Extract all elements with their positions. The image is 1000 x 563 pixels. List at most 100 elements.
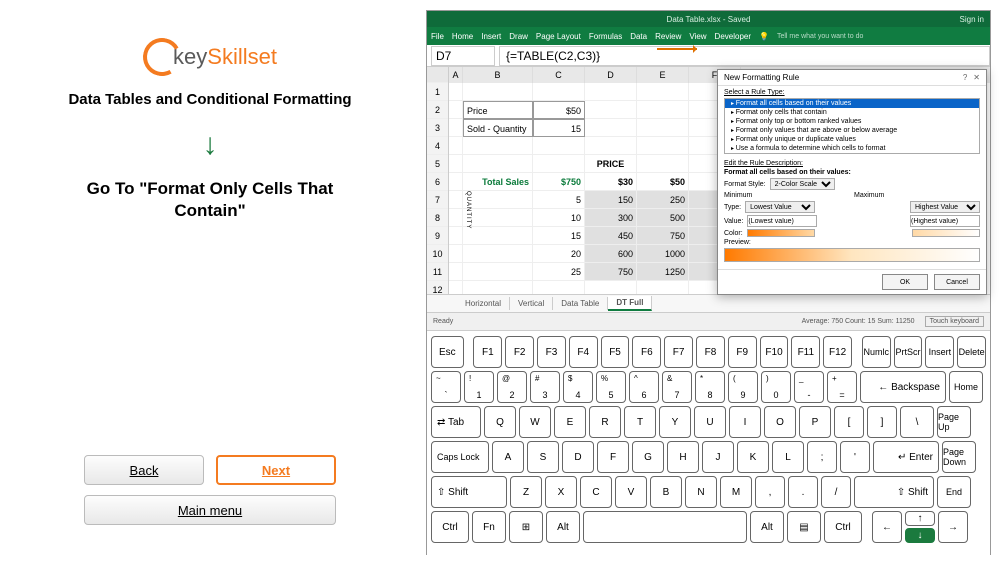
- key-lshift[interactable]: ⇧ Shift: [431, 476, 507, 508]
- rule-item-formula[interactable]: Use a formula to determine which cells t…: [725, 144, 979, 153]
- ribbon-data[interactable]: Data: [630, 32, 647, 41]
- key-f[interactable]: F: [597, 441, 629, 473]
- key-p[interactable]: P: [799, 406, 831, 438]
- key-numlock[interactable]: Numlc: [862, 336, 891, 368]
- key-j[interactable]: J: [702, 441, 734, 473]
- key-z[interactable]: Z: [510, 476, 542, 508]
- key-backslash[interactable]: \: [900, 406, 934, 438]
- back-button[interactable]: Back: [84, 455, 204, 485]
- tab-data-table[interactable]: Data Table: [553, 297, 608, 310]
- key-menu[interactable]: ▤: [787, 511, 821, 543]
- key-q[interactable]: Q: [484, 406, 516, 438]
- key-i[interactable]: I: [729, 406, 761, 438]
- key-end[interactable]: End: [937, 476, 971, 508]
- key-0[interactable]: )0: [761, 371, 791, 403]
- rule-item-above-below[interactable]: Format only values that are above or bel…: [725, 126, 979, 135]
- key-e[interactable]: E: [554, 406, 586, 438]
- ribbon-view[interactable]: View: [689, 32, 706, 41]
- key-g[interactable]: G: [632, 441, 664, 473]
- tell-me[interactable]: Tell me what you want to do: [777, 33, 863, 40]
- rule-item-cells-contain[interactable]: Format only cells that contain: [725, 108, 979, 117]
- key-down[interactable]: ↓: [905, 528, 935, 543]
- format-style-select[interactable]: 2-Color Scale: [770, 178, 835, 190]
- key-equals[interactable]: +=: [827, 371, 857, 403]
- key-w[interactable]: W: [519, 406, 551, 438]
- key-k[interactable]: K: [737, 441, 769, 473]
- key-enter[interactable]: ↵ Enter: [873, 441, 939, 473]
- key-lctrl[interactable]: Ctrl: [431, 511, 469, 543]
- dialog-cancel-button[interactable]: Cancel: [934, 274, 980, 290]
- ribbon-review[interactable]: Review: [655, 32, 681, 41]
- key-n[interactable]: N: [685, 476, 717, 508]
- min-type-select[interactable]: Lowest Value: [745, 201, 815, 213]
- key-win[interactable]: ⊞: [509, 511, 543, 543]
- key-f6[interactable]: F6: [632, 336, 661, 368]
- key-9[interactable]: (9: [728, 371, 758, 403]
- key-space[interactable]: [583, 511, 747, 543]
- key-h[interactable]: H: [667, 441, 699, 473]
- key-insert[interactable]: Insert: [925, 336, 954, 368]
- key-backtick[interactable]: ~`: [431, 371, 461, 403]
- key-t[interactable]: T: [624, 406, 656, 438]
- key-up[interactable]: ↑: [905, 511, 935, 526]
- max-value-input[interactable]: [910, 215, 980, 227]
- key-semicolon[interactable]: ;: [807, 441, 837, 473]
- key-f8[interactable]: F8: [696, 336, 725, 368]
- key-home[interactable]: Home: [949, 371, 983, 403]
- key-lalt[interactable]: Alt: [546, 511, 580, 543]
- key-pagedown[interactable]: Page Down: [942, 441, 976, 473]
- key-m[interactable]: M: [720, 476, 752, 508]
- ribbon-home[interactable]: Home: [452, 32, 473, 41]
- key-f1[interactable]: F1: [473, 336, 502, 368]
- signin-link[interactable]: Sign in: [960, 15, 984, 24]
- key-slash[interactable]: /: [821, 476, 851, 508]
- max-color-picker[interactable]: [912, 229, 980, 237]
- key-2[interactable]: @2: [497, 371, 527, 403]
- key-l[interactable]: L: [772, 441, 804, 473]
- key-s[interactable]: S: [527, 441, 559, 473]
- key-d[interactable]: D: [562, 441, 594, 473]
- key-o[interactable]: O: [764, 406, 796, 438]
- tab-vertical[interactable]: Vertical: [510, 297, 553, 310]
- max-type-select[interactable]: Highest Value: [910, 201, 980, 213]
- rule-item-top-bottom[interactable]: Format only top or bottom ranked values: [725, 117, 979, 126]
- key-esc[interactable]: Esc: [431, 336, 464, 368]
- next-button[interactable]: Next: [216, 455, 336, 485]
- rule-item-all-values[interactable]: Format all cells based on their values: [725, 99, 979, 108]
- key-f12[interactable]: F12: [823, 336, 852, 368]
- key-f3[interactable]: F3: [537, 336, 566, 368]
- key-rctrl[interactable]: Ctrl: [824, 511, 862, 543]
- key-pageup[interactable]: Page Up: [937, 406, 971, 438]
- key-delete[interactable]: Delete: [957, 336, 986, 368]
- key-f10[interactable]: F10: [760, 336, 789, 368]
- key-x[interactable]: X: [545, 476, 577, 508]
- dialog-ok-button[interactable]: OK: [882, 274, 928, 290]
- key-left[interactable]: ←: [872, 511, 902, 543]
- dialog-help-icon[interactable]: ?: [963, 73, 967, 82]
- key-f9[interactable]: F9: [728, 336, 757, 368]
- key-a[interactable]: A: [492, 441, 524, 473]
- key-c[interactable]: C: [580, 476, 612, 508]
- ribbon-draw[interactable]: Draw: [509, 32, 528, 41]
- key-right[interactable]: →: [938, 511, 968, 543]
- key-1[interactable]: !1: [464, 371, 494, 403]
- key-b[interactable]: B: [650, 476, 682, 508]
- key-ralt[interactable]: Alt: [750, 511, 784, 543]
- key-u[interactable]: U: [694, 406, 726, 438]
- name-box[interactable]: [431, 46, 495, 66]
- ribbon-pagelayout[interactable]: Page Layout: [536, 32, 581, 41]
- key-rbracket[interactable]: ]: [867, 406, 897, 438]
- dialog-close-icon[interactable]: ✕: [973, 73, 980, 82]
- key-comma[interactable]: ,: [755, 476, 785, 508]
- touch-keyboard-button[interactable]: Touch keyboard: [925, 316, 984, 327]
- key-minus[interactable]: _-: [794, 371, 824, 403]
- key-6[interactable]: ^6: [629, 371, 659, 403]
- key-8[interactable]: *8: [695, 371, 725, 403]
- key-tab[interactable]: ⇄ Tab: [431, 406, 481, 438]
- key-period[interactable]: .: [788, 476, 818, 508]
- key-7[interactable]: &7: [662, 371, 692, 403]
- rule-type-list[interactable]: Format all cells based on their values F…: [724, 98, 980, 154]
- key-prtscr[interactable]: PrtScr: [894, 336, 923, 368]
- min-color-picker[interactable]: [747, 229, 815, 237]
- key-r[interactable]: R: [589, 406, 621, 438]
